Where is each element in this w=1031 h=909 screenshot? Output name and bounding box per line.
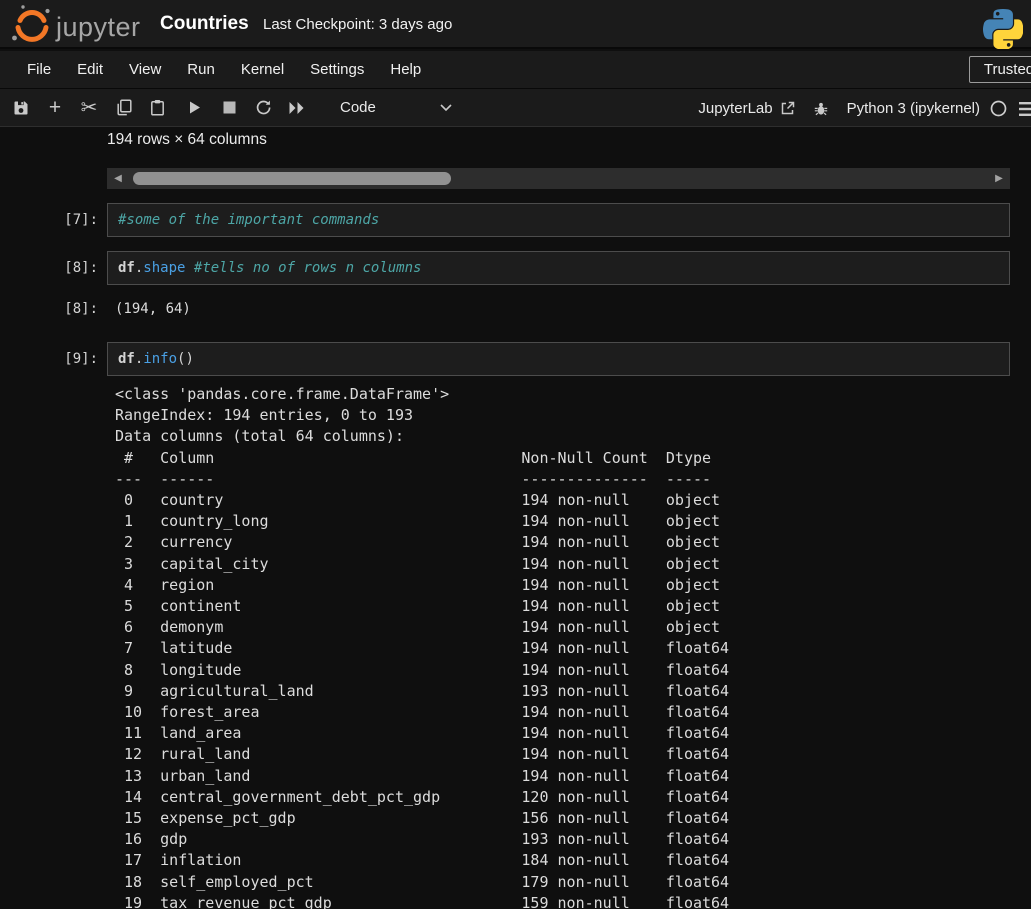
cell-prompt: [7]: <box>64 212 98 228</box>
menu-view[interactable]: View <box>116 55 174 84</box>
jupyter-logo[interactable]: jupyter <box>10 3 141 45</box>
code-input[interactable]: df. info() <box>107 342 1010 376</box>
add-cell-button[interactable]: + <box>38 93 72 123</box>
paste-icon <box>150 100 164 116</box>
notebook-title[interactable]: Countries <box>160 13 249 35</box>
menu-edit[interactable]: Edit <box>64 55 116 84</box>
interrupt-kernel-button[interactable] <box>212 93 246 123</box>
menu-kernel[interactable]: Kernel <box>228 55 297 84</box>
notebook-tools-menu-button[interactable] <box>1019 101 1031 117</box>
jupyter-logo-icon <box>12 4 50 42</box>
restart-kernel-icon <box>256 100 270 115</box>
copy-icon <box>116 99 132 116</box>
horizontal-scrollbar[interactable]: ◀ ▶ <box>107 168 1010 189</box>
menu-bar: File Edit View Run Kernel Settings Help … <box>0 51 1031 88</box>
scroll-right-arrow-icon[interactable]: ▶ <box>990 173 1008 184</box>
external-link-icon <box>781 101 794 115</box>
run-all-icon <box>289 101 304 114</box>
open-in-jupyterlab-button[interactable] <box>780 101 795 116</box>
dataframe-shape-summary: 194 rows × 64 columns <box>107 131 267 148</box>
jupyter-wordmark: jupyter <box>56 11 141 42</box>
add-cell-icon: + <box>48 96 62 119</box>
top-bar: jupyter Countries Last Checkpoint: 3 day… <box>0 0 1031 49</box>
python-logo-icon <box>983 9 1023 49</box>
cut-cell-button[interactable]: ✂ <box>72 93 106 123</box>
last-checkpoint-label: Last Checkpoint: 3 days ago <box>263 16 453 33</box>
debugger-bug-icon <box>814 102 827 115</box>
code-input[interactable]: df. shape #tells no of rows n columns <box>107 251 1010 285</box>
code-cell-9: [9]: df. info() <box>0 342 1031 378</box>
code-cell-7: [7]: #some of the important commands <box>0 203 1031 239</box>
output-prompt: [8]: <box>64 301 98 317</box>
menu-file[interactable]: File <box>14 55 64 84</box>
save-icon <box>14 101 28 114</box>
restart-kernel-button[interactable] <box>246 93 280 123</box>
output-cell-8: [8]: (194, 64) <box>0 301 1031 323</box>
df-info-output: <class 'pandas.core.frame.DataFrame'> Ra… <box>115 385 730 909</box>
code-cell-8: [8]: df. shape #tells no of rows n column… <box>0 251 1031 287</box>
kernel-status-indicator[interactable] <box>990 100 1007 117</box>
open-in-jupyterlab-link[interactable]: JupyterLab <box>698 100 772 117</box>
run-cell-button[interactable] <box>178 93 212 123</box>
run-icon <box>190 101 200 114</box>
paste-cell-button[interactable] <box>140 93 174 123</box>
menu-help[interactable]: Help <box>377 55 434 84</box>
cell-type-dropdown-toggle[interactable] <box>440 103 452 112</box>
cell-type-dropdown[interactable]: Code <box>340 99 376 116</box>
save-button[interactable] <box>4 93 38 123</box>
cell-prompt: [9]: <box>64 351 98 367</box>
kernel-status-circle-icon <box>990 100 1007 117</box>
output-value: (194, 64) <box>115 301 191 317</box>
trusted-button[interactable]: Trusted <box>969 56 1031 83</box>
stop-icon <box>223 101 235 114</box>
menu-settings[interactable]: Settings <box>297 55 377 84</box>
kernel-name-label[interactable]: Python 3 (ipykernel) <box>847 100 980 117</box>
scrollbar-thumb[interactable] <box>133 172 451 185</box>
chevron-down-icon <box>440 103 452 111</box>
copy-cell-button[interactable] <box>106 93 140 123</box>
code-input[interactable]: #some of the important commands <box>107 203 1010 237</box>
scroll-left-arrow-icon[interactable]: ◀ <box>109 173 127 184</box>
menu-run[interactable]: Run <box>174 55 228 84</box>
debugger-toggle-button[interactable] <box>813 101 829 117</box>
restart-run-all-button[interactable] <box>280 93 314 123</box>
toolbar: + ✂ Code JupyterLab Python 3 (ipykernel) <box>0 88 1031 127</box>
jupyter-notebook-app: { "topbar": { "logo_text": "jupyter", "t… <box>0 0 1031 909</box>
hamburger-menu-icon <box>1019 101 1031 116</box>
cut-icon: ✂ <box>80 96 98 119</box>
cell-prompt: [8]: <box>64 260 98 276</box>
